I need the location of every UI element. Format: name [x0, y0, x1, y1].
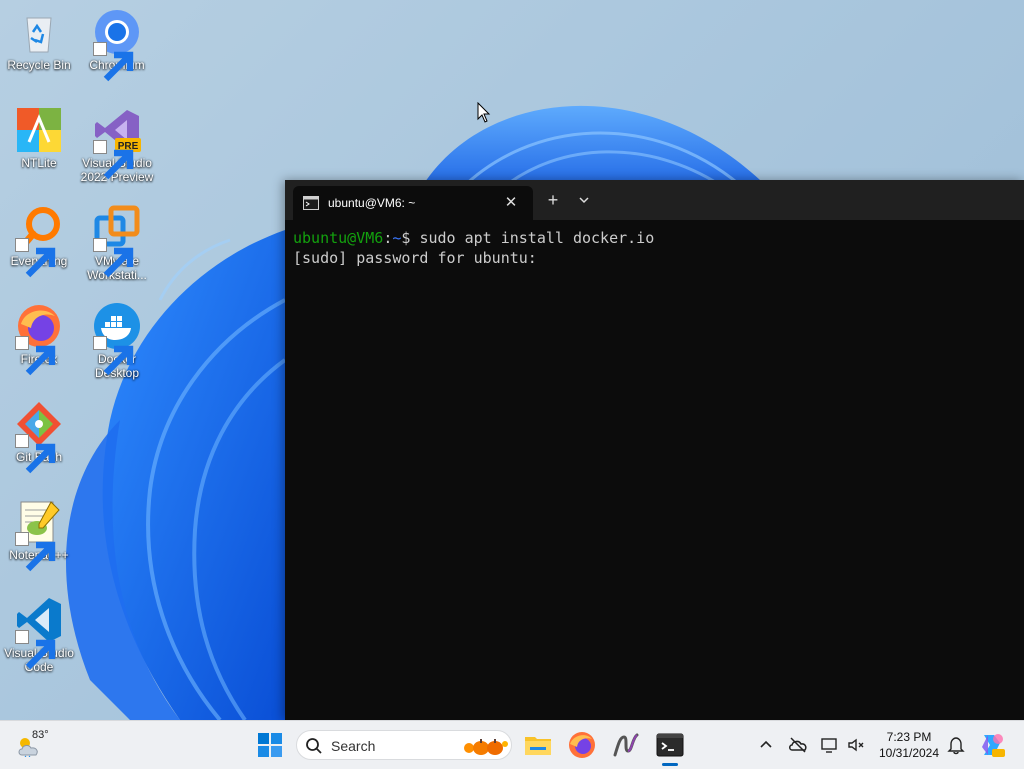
everything-search-icon	[15, 204, 63, 278]
notification-bell-icon[interactable]	[946, 735, 966, 755]
command-text: sudo apt install docker.io	[419, 229, 655, 247]
desktop-icon-ntlite[interactable]: NTLite	[2, 100, 76, 170]
shortcut-arrow-icon	[93, 238, 134, 278]
terminal-console[interactable]: ubuntu@VM6:~$ sudo apt install docker.io…	[293, 228, 1016, 268]
taskbar: 83° Search 7:23 PM 10/31/2024	[0, 720, 1024, 769]
search-icon	[306, 738, 322, 754]
desktop-icon-firefox[interactable]: Firefox	[2, 296, 76, 376]
desktop-icon-vscode[interactable]: Visual Studio Code	[2, 590, 76, 674]
desktop-icon-recycle-bin[interactable]: Recycle Bin	[2, 2, 76, 72]
terminal-tab-bar: ubuntu@VM6: ~ ✕ +	[285, 180, 1024, 220]
shortcut-arrow-icon	[15, 630, 56, 670]
terminal-line: [sudo] password for ubuntu:	[293, 249, 537, 267]
terminal-tab-title: ubuntu@VM6: ~	[328, 196, 416, 210]
taskbar-inkscape[interactable]	[610, 729, 642, 761]
shortcut-arrow-icon	[15, 336, 56, 376]
desktop-icon-docker[interactable]: Docker Desktop	[80, 296, 154, 380]
clock-time: 7:23 PM	[886, 730, 932, 744]
desktop-icon-chromium[interactable]: Chromium	[80, 2, 154, 82]
visual-studio-icon: PRE	[93, 106, 141, 180]
prompt-separator: :	[383, 229, 393, 247]
new-tab-button[interactable]: +	[543, 190, 563, 210]
git-bash-icon	[15, 400, 63, 474]
active-app-indicator	[662, 763, 678, 766]
weather-temperature: 83°	[32, 729, 49, 741]
file-explorer-icon	[525, 737, 551, 755]
inkscape-icon	[613, 733, 639, 757]
copilot-icon[interactable]	[978, 731, 1006, 759]
vmware-icon	[93, 204, 141, 278]
shortcut-arrow-icon	[93, 336, 134, 376]
shortcut-arrow-icon	[15, 532, 56, 572]
chevron-up-icon[interactable]	[756, 735, 776, 755]
prompt-user-host: ubuntu@VM6	[293, 229, 384, 247]
shortcut-arrow-icon	[93, 42, 134, 82]
weather-widget[interactable]: 83°	[16, 729, 76, 761]
desktop-icon-label: Recycle Bin	[7, 58, 71, 72]
desktop-icon-visual-studio[interactable]: PRE Visual Studio 2022 Preview	[80, 100, 154, 184]
taskbar-clock[interactable]: 7:23 PM 10/31/2024	[874, 729, 944, 761]
shortcut-arrow-icon	[15, 434, 56, 474]
terminal-window[interactable]: ubuntu@VM6: ~ ✕ + ubuntu@VM6:~$ sudo apt…	[285, 180, 1024, 720]
mouse-cursor-icon	[477, 102, 491, 123]
halloween-pumpkins-icon	[464, 739, 508, 755]
start-button[interactable]	[254, 729, 286, 761]
taskbar-terminal[interactable]	[654, 729, 686, 761]
volume-muted-icon[interactable]	[846, 735, 866, 755]
desktop-icon-notepad-plus-plus[interactable]: Notepad++	[2, 492, 76, 572]
recycle-bin-icon	[15, 8, 63, 56]
terminal-line: ubuntu@VM6:~$ sudo apt install docker.io	[293, 228, 1016, 248]
tab-close-icon[interactable]: ✕	[503, 195, 519, 211]
notepad-plus-plus-icon	[15, 498, 63, 572]
clock-date: 10/31/2024	[878, 746, 940, 760]
chevron-down-icon[interactable]	[575, 190, 593, 210]
desktop-icon-label: NTLite	[21, 156, 57, 170]
vscode-icon	[15, 596, 63, 670]
desktop-icon-git-bash[interactable]: Git Bash	[2, 394, 76, 474]
network-display-icon[interactable]	[820, 735, 840, 755]
taskbar-file-explorer[interactable]	[522, 729, 554, 761]
taskbar-firefox[interactable]	[566, 729, 598, 761]
firefox-icon	[15, 302, 63, 376]
ntlite-icon	[15, 106, 63, 154]
chromium-icon	[93, 8, 141, 82]
terminal-tab-icon	[303, 196, 319, 210]
firefox-icon	[569, 732, 595, 758]
desktop-icon-vmware[interactable]: VMware Workstati...	[80, 198, 154, 282]
prompt-symbol: $	[401, 229, 420, 247]
taskbar-search-box[interactable]: Search	[296, 730, 512, 760]
onedrive-offline-icon[interactable]	[788, 735, 808, 755]
windows-start-icon	[258, 733, 282, 757]
search-placeholder: Search	[331, 738, 376, 754]
terminal-icon	[656, 733, 684, 757]
docker-icon	[93, 302, 141, 376]
desktop-icon-everything[interactable]: Everything	[2, 198, 76, 278]
shortcut-arrow-icon	[93, 140, 134, 180]
shortcut-arrow-icon	[15, 238, 56, 278]
terminal-tab[interactable]: ubuntu@VM6: ~ ✕	[293, 186, 533, 220]
